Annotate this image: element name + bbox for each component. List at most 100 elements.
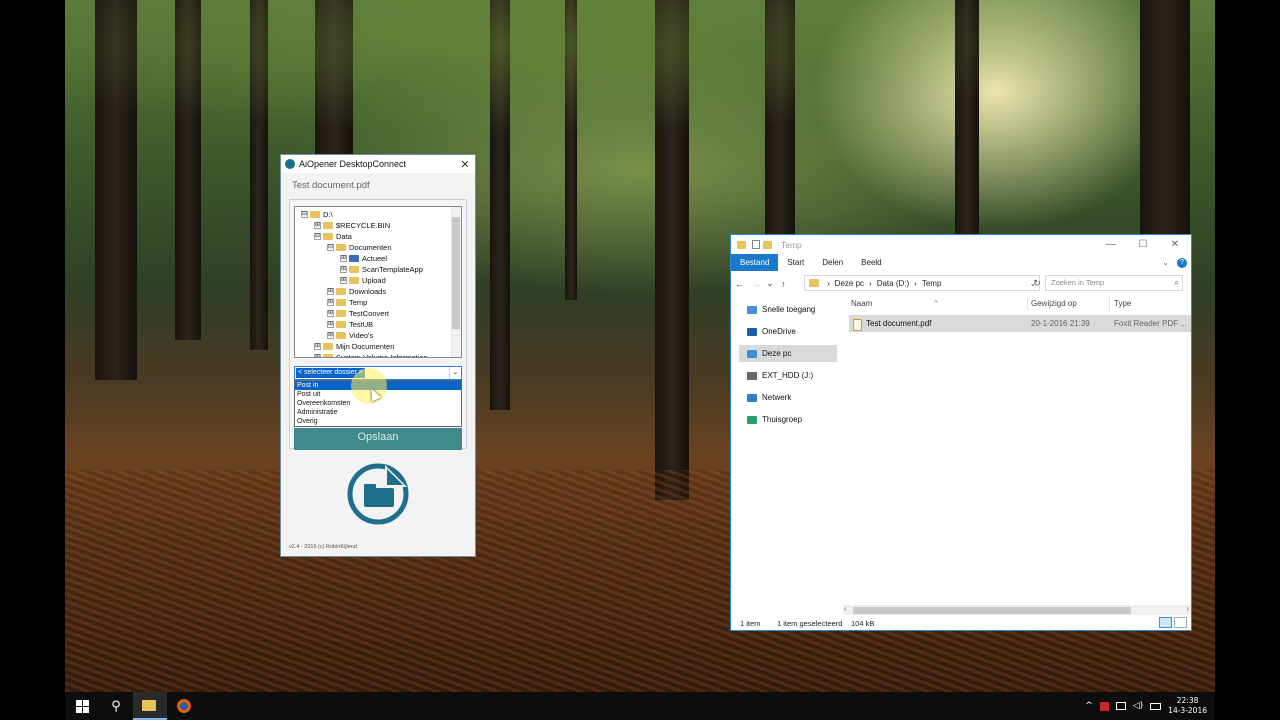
nav-item[interactable]: Thuisgroep	[739, 411, 839, 428]
tray-chevron-icon[interactable]: ^	[1085, 701, 1093, 711]
breadcrumb-separator-icon[interactable]: ›	[914, 279, 917, 288]
breadcrumb-item[interactable]: Temp	[922, 279, 942, 288]
tree-item[interactable]: ⊞ Actueel	[340, 253, 387, 264]
tree-item[interactable]: ⊞ Mijn Documenten	[314, 341, 394, 352]
file-row[interactable]: Test document.pdf 20-1-2016 21:39 Foxit …	[849, 315, 1191, 332]
details-view-icon[interactable]	[1159, 617, 1172, 628]
screen: AiOpener DesktopConnect ✕ Test document.…	[0, 0, 1280, 720]
ribbon-tab[interactable]: Bestand	[731, 254, 779, 271]
column-name[interactable]: Naam	[851, 299, 872, 308]
column-divider[interactable]	[1027, 297, 1028, 311]
save-button[interactable]: Opslaan	[294, 428, 462, 450]
tree-item[interactable]: ⊞ $RECYCLE.BIN	[314, 220, 390, 231]
expand-icon[interactable]: ⊞	[314, 354, 321, 357]
breadcrumb-item[interactable]: Data (D:)	[877, 279, 909, 288]
tree-item[interactable]: ⊞ Downloads	[327, 286, 386, 297]
tree-item[interactable]: ⊞ ScanTemplateApp	[340, 264, 423, 275]
clock-time: 22:38	[1176, 696, 1199, 705]
tree-item[interactable]: ⊟ D:\	[301, 209, 333, 220]
expand-icon[interactable]: ⊞	[340, 255, 347, 262]
nav-item[interactable]: OneDrive	[739, 323, 839, 340]
nav-item[interactable]: Netwerk	[739, 389, 839, 406]
nav-item[interactable]: Snelle toegang	[739, 301, 839, 318]
column-divider[interactable]	[1109, 297, 1110, 311]
nav-item-label: Netwerk	[762, 393, 792, 402]
tree-scrollbar[interactable]	[451, 207, 461, 357]
forward-icon[interactable]: →	[748, 279, 765, 289]
expand-icon[interactable]: ⊞	[340, 277, 347, 284]
refresh-icon[interactable]: ↻	[1030, 275, 1044, 291]
explorer-titlebar[interactable]: Temp — ☐ ✕	[731, 235, 1191, 254]
notifications-icon[interactable]	[1150, 702, 1162, 710]
cursor-highlight	[351, 368, 387, 404]
dropdown-option[interactable]: Overig	[295, 417, 461, 426]
expand-icon[interactable]: ⊞	[327, 321, 334, 328]
help-icon[interactable]: ?	[1177, 257, 1187, 268]
chevron-down-icon[interactable]: ⌄	[449, 367, 461, 379]
column-modified[interactable]: Gewijzigd op	[1031, 299, 1077, 308]
collapse-icon[interactable]: ⊟	[301, 211, 308, 218]
search-button[interactable]: ⚲	[99, 692, 133, 720]
network-icon[interactable]	[1115, 702, 1126, 710]
clock-date: 14-3-2016	[1168, 706, 1207, 715]
file-explorer-taskbar-button[interactable]	[133, 692, 167, 720]
tree-item[interactable]: ⊟ Data	[314, 231, 352, 242]
nav-item[interactable]: Deze pc	[739, 345, 837, 362]
scroll-left-icon[interactable]: ‹	[844, 604, 847, 613]
tree-item[interactable]: ⊞ TestConvert	[327, 308, 389, 319]
up-icon[interactable]: ↑	[775, 279, 792, 289]
collapse-icon[interactable]: ⊟	[327, 244, 334, 251]
recent-locations-icon[interactable]: ⌄	[765, 278, 775, 289]
tree-item[interactable]: ⊞ TestUB	[327, 319, 373, 330]
recording-icon[interactable]	[1099, 701, 1109, 711]
maximize-icon[interactable]: ☐	[1127, 239, 1159, 250]
collapse-icon[interactable]: ⊟	[314, 233, 321, 240]
address-row: ← → ⌄ ↑ › Deze pc › Data (D:) › Temp ⌄ ↻ Zoeke…	[731, 275, 1191, 292]
expand-icon[interactable]: ⊞	[314, 343, 321, 350]
expand-icon[interactable]: ⊞	[327, 310, 334, 317]
firefox-taskbar-button[interactable]	[167, 692, 201, 720]
scroll-right-icon[interactable]: ›	[1186, 604, 1189, 613]
clock[interactable]: 22:38 14-3-2016	[1168, 696, 1207, 716]
scroll-thumb[interactable]	[853, 607, 1131, 614]
minimize-icon[interactable]: —	[1095, 239, 1127, 250]
volume-icon[interactable]: ◁)	[1133, 701, 1143, 711]
tree-item[interactable]: ⊟ Documenten	[327, 242, 392, 253]
large-icons-view-icon[interactable]	[1174, 617, 1187, 628]
chevron-down-icon[interactable]: ⌄	[1162, 258, 1169, 267]
properties-icon[interactable]	[752, 240, 760, 249]
nav-item[interactable]: EXT_HDD (J:)	[739, 367, 839, 384]
expand-icon[interactable]: ⊞	[327, 299, 334, 306]
ribbon-tab[interactable]: Delen	[813, 254, 852, 271]
back-icon[interactable]: ←	[731, 279, 748, 289]
horizontal-scrollbar[interactable]: ‹ ›	[843, 604, 1191, 615]
folder-tree[interactable]: ⊟ D:\ ⊞ $RECYCLE.BIN ⊟ Data ⊟ Documenten ⊞ Actuee…	[294, 206, 462, 358]
search-input[interactable]: Zoeken in Temp ⌕	[1045, 275, 1183, 291]
new-folder-icon[interactable]	[763, 240, 772, 249]
tree-scroll-thumb[interactable]	[452, 217, 460, 329]
aiopener-titlebar[interactable]: AiOpener DesktopConnect ✕	[281, 155, 475, 173]
breadcrumb-separator-icon[interactable]: ›	[827, 279, 830, 288]
close-icon[interactable]: ✕	[455, 158, 475, 171]
tree-item[interactable]: ⊞ Upload	[340, 275, 386, 286]
dropdown-option[interactable]: Administratie	[295, 408, 461, 417]
breadcrumb-item[interactable]: Deze pc	[835, 279, 864, 288]
status-bar: 1 item 1 item geselecteerd 104 kB	[731, 617, 1191, 631]
tree-item[interactable]: ⊞ System Volume Information	[314, 352, 428, 357]
expand-icon[interactable]: ⊞	[314, 222, 321, 229]
breadcrumb-separator-icon[interactable]: ›	[869, 279, 872, 288]
tree-item[interactable]: ⊞ Video's	[327, 330, 373, 341]
explorer-window: Temp — ☐ ✕ Bestand Start Delen Beeld ⌄ ? ← …	[730, 234, 1192, 631]
start-button[interactable]	[65, 692, 99, 720]
expand-icon[interactable]: ⊞	[327, 332, 334, 339]
column-type[interactable]: Type	[1114, 299, 1131, 308]
close-icon[interactable]: ✕	[1159, 239, 1191, 250]
ribbon-tab[interactable]: Start	[778, 254, 813, 271]
expand-icon[interactable]: ⊞	[340, 266, 347, 273]
window-controls: — ☐ ✕	[1095, 239, 1191, 250]
address-bar[interactable]: › Deze pc › Data (D:) › Temp ⌄	[804, 275, 1040, 291]
tree-item[interactable]: ⊞ Temp	[327, 297, 367, 308]
file-type: Foxit Reader PDF ...	[1114, 319, 1187, 328]
expand-icon[interactable]: ⊞	[327, 288, 334, 295]
ribbon-tab[interactable]: Beeld	[852, 254, 890, 271]
